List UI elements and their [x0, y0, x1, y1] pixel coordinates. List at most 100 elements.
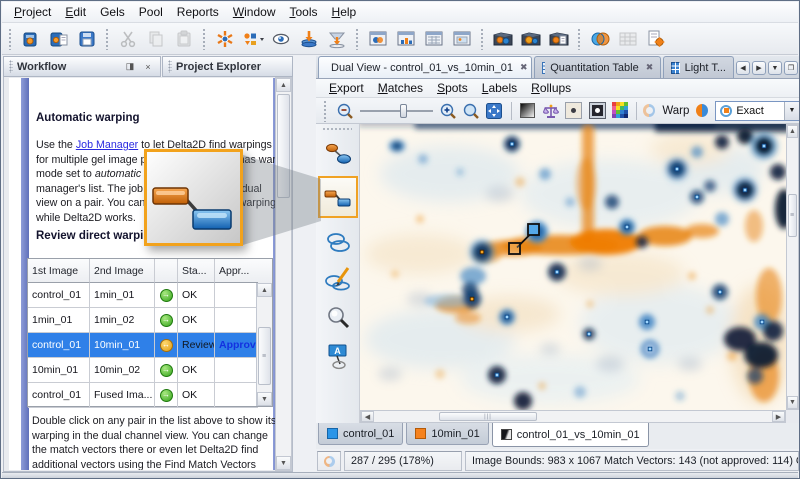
col-header-approve[interactable]: Appr... [215, 259, 258, 283]
tab-control-01-vs-10min-01[interactable]: control_01_vs_10min_01 [492, 423, 649, 447]
dual-view-window-button[interactable] [364, 25, 392, 52]
zoom-out-button[interactable] [335, 100, 355, 122]
table-row[interactable]: control_01 Fused Ima... OK [28, 383, 272, 408]
cell-approve[interactable] [215, 383, 258, 408]
find-warpings-button[interactable] [211, 25, 239, 52]
table-window-button[interactable] [420, 25, 448, 52]
save-button[interactable] [73, 25, 101, 52]
menu-labels[interactable]: Labels [475, 80, 524, 96]
zoom-in-button[interactable] [438, 100, 458, 122]
tool-strip-grip[interactable] [322, 127, 352, 131]
scroll-up-arrow-icon[interactable]: ▲ [257, 283, 272, 297]
menu-pool[interactable]: Pool [132, 3, 170, 21]
warp-wizard-button[interactable] [323, 25, 351, 52]
transform-mode-combobox[interactable]: Exact ▼ [715, 101, 800, 121]
tab-control-01[interactable]: control_01 [318, 423, 403, 445]
tab-dual-view[interactable]: Dual View - control_01_vs_10min_01 ✖ [318, 56, 532, 78]
dock-panel-button[interactable]: ◨ [123, 60, 137, 74]
close-tab-icon[interactable]: ✖ [646, 62, 654, 73]
workflow-scrollbar[interactable]: ▲ ▼ [275, 77, 292, 471]
warped-indicator-icon[interactable] [696, 104, 708, 117]
table-row-selected[interactable]: control_01 10min_01 Review Approve [28, 333, 272, 358]
job-manager-link[interactable]: Job Manager [76, 139, 138, 151]
view-options-button[interactable] [267, 25, 295, 52]
report-settings-button[interactable] [642, 25, 670, 52]
tab-10min-01[interactable]: 10min_01 [406, 423, 488, 445]
gel-vertical-scrollbar[interactable]: ▲ ≡ ▼ [786, 124, 799, 410]
export-box-button[interactable] [545, 25, 573, 52]
scroll-left-arrow-icon[interactable]: ◀ [361, 411, 374, 422]
warp-tool-button-selected[interactable] [318, 176, 358, 218]
cell-approve[interactable] [215, 308, 258, 333]
label-tool-button[interactable]: A [320, 340, 356, 372]
approve-link[interactable]: Approve [215, 333, 258, 358]
gel-hscroll-thumb[interactable]: ||| [439, 412, 537, 421]
table-row[interactable]: 1min_01 1min_02 OK [28, 308, 272, 333]
toolbar-grip[interactable] [8, 28, 13, 50]
scroll-right-arrow-icon[interactable]: ▶ [772, 411, 785, 422]
copy-button[interactable] [142, 25, 170, 52]
overlay-view-button[interactable] [586, 25, 614, 52]
menu-export[interactable]: Export [322, 80, 371, 96]
zoom-slider[interactable] [358, 102, 435, 120]
toolbar-grip[interactable] [323, 100, 328, 122]
tab-list-dropdown-button[interactable]: ▼ [768, 61, 782, 75]
close-panel-button[interactable]: × [141, 60, 155, 74]
pool-box-button[interactable] [517, 25, 545, 52]
scroll-tabs-right-button[interactable]: ▶ [752, 61, 766, 75]
menu-window[interactable]: Window [226, 3, 283, 21]
table-row[interactable]: control_01 1min_01 OK [28, 283, 272, 308]
menu-project[interactable]: Project [7, 3, 58, 21]
scroll-tabs-left-button[interactable]: ◀ [736, 61, 750, 75]
gel-horizontal-scrollbar[interactable]: ◀ ||| ▶ [360, 410, 786, 423]
col-header-1st-image[interactable]: 1st Image [28, 259, 90, 283]
col-header-2nd-image[interactable]: 2nd Image [90, 259, 155, 283]
scroll-down-arrow-icon[interactable]: ▼ [787, 396, 798, 409]
scroll-down-arrow-icon[interactable]: ▼ [276, 456, 291, 470]
menu-rollups[interactable]: Rollups [524, 80, 578, 96]
quantitation-table-button[interactable] [614, 25, 642, 52]
table-scrollbar-thumb[interactable]: ≡ [258, 327, 271, 385]
table-scrollbar[interactable]: ▲ ≡ ▼ [256, 283, 272, 406]
detect-spots-button[interactable] [239, 25, 267, 52]
menu-help[interactable]: Help [325, 3, 364, 21]
menu-reports[interactable]: Reports [170, 3, 226, 21]
tab-quantitation-table[interactable]: Quantitation Table ✖ [534, 56, 662, 78]
menu-spots[interactable]: Spots [430, 80, 475, 96]
menu-edit[interactable]: Edit [58, 3, 93, 21]
spot-outline-tool-button[interactable] [320, 226, 356, 258]
tab-light-table[interactable]: Light T... [663, 56, 734, 78]
chart-window-button[interactable] [392, 25, 420, 52]
menu-gels[interactable]: Gels [93, 3, 132, 21]
zoom-slider-thumb[interactable] [400, 104, 407, 118]
scroll-up-arrow-icon[interactable]: ▲ [276, 78, 291, 92]
open-project-button[interactable] [45, 25, 73, 52]
import-gels-button[interactable] [295, 25, 323, 52]
col-header-status[interactable]: Sta... [178, 259, 215, 283]
normalize-button[interactable] [541, 100, 561, 122]
cell-approve[interactable] [215, 283, 258, 308]
maximize-view-button[interactable]: ❐ [784, 61, 798, 75]
unwarped-indicator-icon[interactable] [643, 104, 655, 117]
paste-button[interactable] [170, 25, 198, 52]
image-window-button[interactable] [448, 25, 476, 52]
cut-button[interactable] [114, 25, 142, 52]
show-spots-dark-button[interactable] [587, 100, 607, 122]
fit-to-window-button[interactable] [484, 100, 504, 122]
contrast-button[interactable] [517, 100, 537, 122]
table-row[interactable]: 10min_01 10min_02 OK [28, 358, 272, 383]
combobox-dropdown-button[interactable]: ▼ [784, 102, 799, 120]
new-project-button[interactable] [17, 25, 45, 52]
scroll-up-arrow-icon[interactable]: ▲ [787, 125, 798, 138]
show-spot-boundaries-button[interactable] [564, 100, 584, 122]
menu-matches[interactable]: Matches [371, 80, 430, 96]
col-header-icon[interactable] [155, 259, 178, 283]
gel-image[interactable] [360, 124, 786, 410]
false-color-palette-button[interactable] [610, 100, 630, 122]
project-explorer-header[interactable]: Project Explorer [162, 56, 293, 77]
scroll-down-arrow-icon[interactable]: ▼ [257, 392, 272, 406]
zoom-tool-button[interactable] [320, 302, 356, 334]
zoom-region-button[interactable] [461, 100, 481, 122]
gel-vscroll-thumb[interactable]: ≡ [788, 194, 797, 237]
project-box-button[interactable] [489, 25, 517, 52]
